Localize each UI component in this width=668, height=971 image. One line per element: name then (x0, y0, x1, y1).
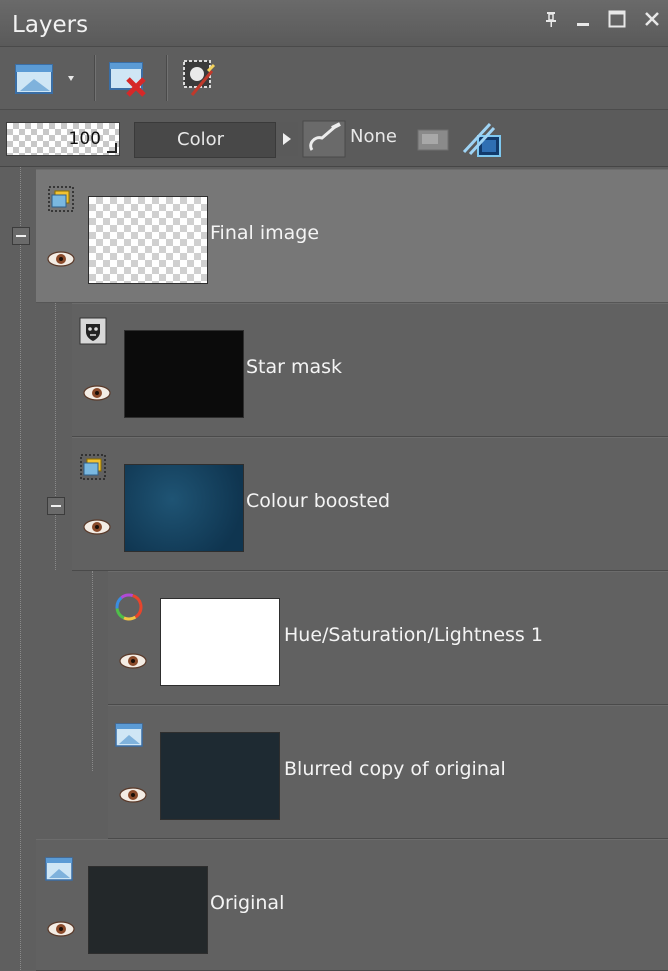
collapse-group-final-image-button[interactable] (12, 227, 30, 245)
link-brush-icon[interactable] (302, 120, 346, 158)
layer-row-blurred-copy[interactable]: Blurred copy of original (108, 705, 668, 839)
pin-icon[interactable] (544, 11, 558, 27)
opacity-field[interactable]: 100 (6, 122, 120, 156)
layer-name: Blurred copy of original (284, 758, 506, 780)
adjustment-layer-icon (115, 593, 143, 621)
layer-row-original[interactable]: Original (36, 839, 668, 971)
visibility-eye-icon[interactable] (118, 652, 148, 670)
opacity-value: 100 (68, 129, 101, 149)
layer-to-selection-icon[interactable] (416, 126, 452, 154)
layer-properties-toolbar: 100 Color None (0, 110, 668, 167)
visibility-eye-icon[interactable] (82, 518, 112, 536)
raster-layer-icon (115, 723, 143, 747)
layer-thumbnail (88, 196, 208, 284)
visibility-eye-icon[interactable] (82, 384, 112, 402)
layer-actions-toolbar (0, 47, 668, 110)
layer-row-hue-saturation-lightness[interactable]: Hue/Saturation/Lightness 1 (108, 571, 668, 705)
layer-thumbnail (124, 330, 244, 418)
layer-thumbnail (124, 464, 244, 552)
layer-thumbnail (160, 598, 280, 686)
layer-group-icon (80, 454, 106, 480)
layer-name: Original (210, 892, 285, 914)
visibility-eye-icon[interactable] (46, 250, 76, 268)
layer-name: Final image (210, 222, 320, 244)
visibility-eye-icon[interactable] (118, 786, 148, 804)
blend-mode-dropdown[interactable]: Color (134, 122, 276, 158)
layer-row-colour-boosted[interactable]: Colour boosted (72, 437, 668, 571)
palette-title-bar[interactable]: Layers (0, 0, 668, 47)
layers-list: Final image Star mask Colour boosted Hue… (0, 167, 668, 971)
layer-row-star-mask[interactable]: Star mask (72, 303, 668, 437)
raster-layer-icon (45, 857, 73, 881)
delete-layer-icon[interactable] (106, 57, 152, 99)
link-mode-label: None (350, 126, 397, 147)
visibility-eye-icon[interactable] (46, 920, 76, 938)
layer-name: Hue/Saturation/Lightness 1 (284, 624, 543, 646)
close-icon[interactable] (644, 11, 660, 27)
lock-transparency-icon[interactable] (460, 120, 504, 160)
new-raster-layer-icon[interactable] (12, 57, 78, 99)
layer-group-icon (48, 186, 74, 212)
layer-thumbnail (88, 866, 208, 954)
opacity-slider-grip[interactable] (107, 143, 117, 153)
layer-thumbnail (160, 732, 280, 820)
collapse-group-colour-boosted-button[interactable] (47, 497, 65, 515)
mask-layer-icon (79, 317, 107, 345)
minimize-icon[interactable] (576, 11, 590, 27)
new-mask-icon[interactable] (178, 57, 224, 99)
layer-name: Colour boosted (246, 490, 391, 512)
layer-row-final-image[interactable]: Final image (36, 169, 668, 303)
palette-title: Layers (12, 12, 89, 38)
blend-mode-value: Color (177, 129, 224, 150)
blend-mode-arrow-icon[interactable] (276, 122, 298, 156)
maximize-icon[interactable] (608, 10, 626, 28)
layers-palette: Layers 100 Color None Final image Star m… (0, 0, 668, 971)
layer-name: Star mask (246, 356, 343, 378)
